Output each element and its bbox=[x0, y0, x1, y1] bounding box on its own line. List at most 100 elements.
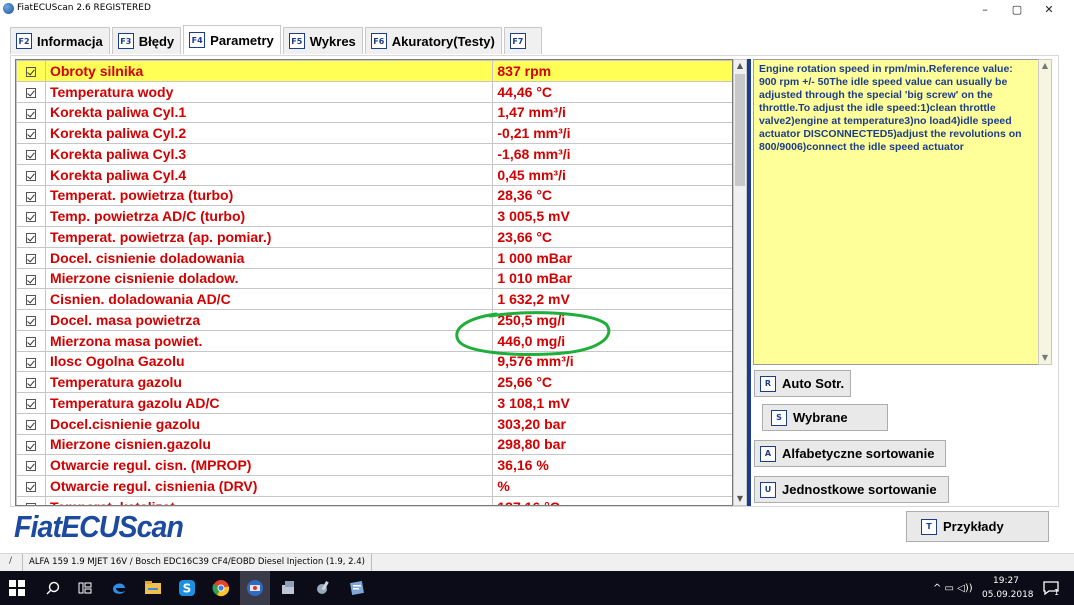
task-view-icon[interactable] bbox=[70, 571, 100, 605]
row-checkbox[interactable] bbox=[16, 371, 46, 393]
row-checkbox[interactable] bbox=[16, 226, 46, 248]
notification-center-icon[interactable]: 1 bbox=[1036, 571, 1066, 605]
row-checkbox[interactable] bbox=[16, 205, 46, 227]
row-checkbox[interactable] bbox=[16, 329, 46, 352]
scroll-up-icon[interactable]: ▲ bbox=[1039, 60, 1051, 72]
row-checkbox[interactable] bbox=[16, 288, 46, 310]
checkbox-checked-icon[interactable] bbox=[25, 233, 36, 244]
checkbox-checked-icon[interactable] bbox=[25, 440, 36, 451]
chrome-icon[interactable] bbox=[206, 571, 236, 605]
row-checkbox[interactable] bbox=[16, 495, 46, 505]
checkbox-checked-icon[interactable] bbox=[25, 170, 36, 181]
tab-wykres[interactable]: F5 Wykres bbox=[282, 27, 363, 54]
checkbox-checked-icon[interactable] bbox=[25, 191, 36, 202]
row-checkbox[interactable] bbox=[16, 143, 46, 165]
table-row[interactable]: Mierzone cisnienie doladow. 1 010 mBar bbox=[16, 267, 732, 290]
checkbox-checked-icon[interactable] bbox=[25, 253, 36, 264]
row-checkbox[interactable] bbox=[16, 267, 46, 290]
row-checkbox[interactable] bbox=[16, 60, 46, 82]
panel-divider[interactable] bbox=[747, 59, 751, 506]
table-row[interactable]: Korekta paliwa Cyl.4 0,45 mm³/i bbox=[16, 163, 732, 186]
row-checkbox[interactable] bbox=[16, 412, 46, 435]
checkbox-checked-icon[interactable] bbox=[25, 274, 36, 285]
checkbox-checked-icon[interactable] bbox=[25, 67, 36, 78]
checkbox-checked-icon[interactable] bbox=[25, 482, 36, 493]
scroll-down-icon[interactable]: ▼ bbox=[1039, 352, 1051, 364]
table-row[interactable]: Temperat. powietrza (turbo) 28,36 °C bbox=[16, 184, 732, 207]
checkbox-checked-icon[interactable] bbox=[25, 295, 36, 306]
checkbox-checked-icon[interactable] bbox=[25, 378, 36, 389]
checkbox-checked-icon[interactable] bbox=[25, 461, 36, 472]
row-checkbox[interactable] bbox=[16, 392, 46, 414]
checkbox-checked-icon[interactable] bbox=[25, 129, 36, 140]
row-checkbox[interactable] bbox=[16, 433, 46, 456]
description-scrollbar[interactable]: ▲ ▼ bbox=[1038, 59, 1052, 365]
checkbox-checked-icon[interactable] bbox=[25, 419, 36, 430]
tab-f7[interactable]: F7 bbox=[503, 27, 542, 54]
row-checkbox[interactable] bbox=[16, 475, 46, 497]
unit-sort-button[interactable]: U Jednostkowe sortowanie bbox=[754, 476, 949, 503]
table-row[interactable]: Temperatura gazolu 25,66 °C bbox=[16, 371, 732, 393]
minimize-button[interactable]: – bbox=[969, 0, 1001, 18]
row-checkbox[interactable] bbox=[16, 454, 46, 476]
table-row[interactable]: Docel. masa powietrza 250,5 mg/i bbox=[16, 309, 732, 331]
table-row[interactable]: Obroty silnika 837 rpm bbox=[16, 60, 732, 82]
table-row[interactable]: Korekta paliwa Cyl.2 -0,21 mm³/i bbox=[16, 122, 732, 144]
maximize-button[interactable]: ▢ bbox=[1001, 0, 1033, 18]
table-row[interactable]: Temperat. powietrza (ap. pomiar.) 23,66 °… bbox=[16, 226, 732, 248]
selected-button[interactable]: S Wybrane bbox=[762, 404, 888, 431]
checkbox-checked-icon[interactable] bbox=[25, 212, 36, 223]
tab-akuratory[interactable]: F6 Akuratory(Testy) bbox=[364, 27, 502, 54]
tool-taskbar-icon[interactable] bbox=[308, 571, 338, 605]
table-row[interactable]: Otwarcie regul. cisn. (MPROP) 36,16 % bbox=[16, 454, 732, 476]
row-checkbox[interactable] bbox=[16, 101, 46, 124]
app-taskbar-icon[interactable] bbox=[274, 571, 304, 605]
table-row[interactable]: Docel.cisnienie gazolu 303,20 bar bbox=[16, 412, 732, 435]
skype-icon[interactable]: S bbox=[172, 571, 202, 605]
table-scrollbar[interactable]: ▲ ▼ bbox=[733, 59, 747, 506]
row-checkbox[interactable] bbox=[16, 309, 46, 331]
table-row[interactable]: Korekta paliwa Cyl.3 -1,68 mm³/i bbox=[16, 143, 732, 165]
checkbox-checked-icon[interactable] bbox=[25, 502, 36, 505]
checkbox-checked-icon[interactable] bbox=[25, 399, 36, 410]
tab-bledy[interactable]: F3 Błędy bbox=[111, 27, 182, 54]
table-row[interactable]: Mierzona masa powiet. 446,0 mg/i bbox=[16, 329, 732, 352]
tab-informacja[interactable]: F2 Informacja bbox=[10, 27, 110, 54]
checkbox-checked-icon[interactable] bbox=[25, 336, 36, 347]
row-checkbox[interactable] bbox=[16, 163, 46, 186]
checkbox-checked-icon[interactable] bbox=[25, 316, 36, 327]
auto-sort-button[interactable]: R Auto Sotr. bbox=[754, 370, 851, 397]
fiatecuscan-taskbar-icon[interactable] bbox=[240, 571, 270, 605]
checkbox-checked-icon[interactable] bbox=[25, 108, 36, 119]
table-row[interactable]: Ilosc Ogolna Gazolu 9,576 mm³/i bbox=[16, 350, 732, 373]
checkbox-checked-icon[interactable] bbox=[25, 357, 36, 368]
scroll-thumb[interactable] bbox=[735, 74, 745, 186]
table-row[interactable]: Temperat. katalizat.137,16 °C bbox=[16, 495, 732, 505]
search-icon[interactable] bbox=[38, 571, 68, 605]
table-row[interactable]: Korekta paliwa Cyl.1 1,47 mm³/i bbox=[16, 101, 732, 124]
table-row[interactable]: Docel. cisnienie doladowania 1 000 mBar bbox=[16, 246, 732, 269]
close-button[interactable]: ✕ bbox=[1033, 0, 1065, 18]
taskbar-clock[interactable]: 19:27 05.09.2018 bbox=[982, 574, 1034, 602]
row-checkbox[interactable] bbox=[16, 246, 46, 269]
checkbox-checked-icon[interactable] bbox=[25, 150, 36, 161]
notes-taskbar-icon[interactable] bbox=[342, 571, 372, 605]
alphabetical-sort-button[interactable]: A Alfabetyczne sortowanie bbox=[754, 440, 946, 467]
table-row[interactable]: Temp. powietrza AD/C (turbo) 3 005,5 mV bbox=[16, 205, 732, 227]
row-checkbox[interactable] bbox=[16, 184, 46, 207]
windows-start-icon[interactable] bbox=[2, 571, 32, 605]
table-row[interactable]: Temperatura gazolu AD/C 3 108,1 mV bbox=[16, 392, 732, 414]
edge-browser-icon[interactable] bbox=[104, 571, 134, 605]
tab-parametry[interactable]: F4 Parametry bbox=[183, 25, 281, 54]
table-row[interactable]: Temperatura wody 44,46 °C bbox=[16, 80, 732, 103]
row-checkbox[interactable] bbox=[16, 80, 46, 103]
system-tray-icons[interactable]: ^ ▭ ◁)) bbox=[933, 571, 973, 605]
row-checkbox[interactable] bbox=[16, 350, 46, 373]
scroll-down-icon[interactable]: ▼ bbox=[734, 493, 746, 505]
row-checkbox[interactable] bbox=[16, 122, 46, 144]
scroll-up-icon[interactable]: ▲ bbox=[734, 60, 746, 72]
checkbox-checked-icon[interactable] bbox=[25, 87, 36, 98]
parameter-table[interactable]: Obroty silnika 837 rpm Temperatura wody 44,… bbox=[15, 59, 733, 506]
file-explorer-icon[interactable] bbox=[138, 571, 168, 605]
table-row[interactable]: Otwarcie regul. cisnienia (DRV) % bbox=[16, 475, 732, 497]
